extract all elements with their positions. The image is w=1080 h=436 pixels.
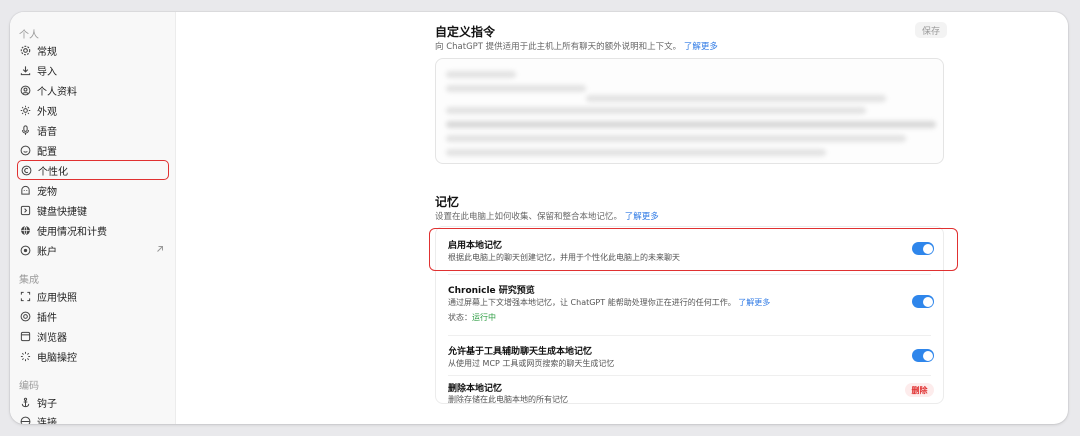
globe-icon [19, 224, 31, 236]
sidebar-item-browser[interactable]: 浏览器 [17, 327, 169, 345]
sidebar-item-label: 个性化 [38, 166, 68, 178]
sidebar-item-label: 插件 [37, 312, 57, 324]
resize-handle-icon[interactable] [934, 154, 941, 163]
sidebar-item-plugins[interactable]: 插件 [17, 307, 169, 325]
sidebar-item-label: 个人资料 [37, 86, 77, 98]
row-title: 删除本地记忆 [448, 384, 503, 394]
delete-memory-button[interactable]: 删除 [905, 383, 934, 397]
row-description: 删除存储在此电脑本地的所有记忆 [448, 395, 568, 404]
sidebar-item-profile[interactable]: 个人资料 [17, 81, 169, 99]
blurred-text [446, 135, 906, 142]
gear-icon [19, 44, 31, 56]
personalization-icon [20, 164, 32, 176]
sidebar-item-general[interactable]: 常规 [17, 41, 169, 59]
save-button[interactable]: 保存 [915, 22, 947, 38]
blurred-text [446, 71, 516, 78]
blurred-text [446, 107, 866, 114]
settings-window: 个人 常规 导入 个人资料 外观 语音 配置 个性化 宠物 键盘快捷键 使用情况… [10, 12, 1068, 424]
sidebar-item-voice[interactable]: 语音 [17, 121, 169, 139]
row-title: 允许基于工具辅助聊天生成本地记忆 [448, 347, 593, 357]
smile-icon [19, 144, 31, 156]
custom-instructions-learn-more-link[interactable]: 了解更多 [684, 42, 718, 52]
toggle-knob [922, 296, 933, 307]
sidebar-item-connections[interactable]: 连接 [17, 412, 169, 424]
sidebar-item-config[interactable]: 配置 [17, 141, 169, 159]
row-title: Chronicle 研究预览 [448, 286, 535, 296]
sidebar-item-label: 导入 [37, 66, 57, 78]
chronicle-status: 状态：运行中 [448, 313, 496, 322]
sun-icon [19, 104, 31, 116]
sidebar-group-integrations: 集成 [19, 275, 39, 286]
custom-instructions-description: 向 ChatGPT 提供适用于此主机上所有聊天的额外说明和上下文。 了解更多 [435, 42, 718, 52]
custom-instructions-title: 自定义指令 [435, 25, 496, 39]
sidebar-item-label: 浏览器 [37, 332, 67, 344]
sidebar-item-hooks[interactable]: 钩子 [17, 393, 169, 411]
main-content: 自定义指令 保存 向 ChatGPT 提供适用于此主机上所有聊天的额外说明和上下… [177, 12, 1068, 424]
download-icon [19, 64, 31, 76]
sidebar-item-label: 宠物 [37, 186, 57, 198]
sidebar-item-usage-billing[interactable]: 使用情况和计费 [17, 221, 169, 239]
row-description: 从使用过 MCP 工具或网页搜索的聊天生成记忆 [448, 359, 615, 368]
blurred-text [446, 85, 586, 92]
sidebar-item-personalization[interactable]: 个性化 [17, 160, 169, 180]
memory-row-chronicle: Chronicle 研究预览 通过屏幕上下文增强本地记忆，让 ChatGPT 能… [436, 275, 945, 335]
memory-learn-more-link[interactable]: 了解更多 [625, 212, 659, 222]
sidebar-item-import[interactable]: 导入 [17, 61, 169, 79]
sidebar-item-label: 常规 [37, 46, 57, 58]
sidebar-item-label: 应用快照 [37, 292, 77, 304]
chronicle-learn-more-link[interactable]: 了解更多 [738, 298, 770, 307]
computer-control-icon [19, 350, 31, 362]
keyboard-icon [19, 204, 31, 216]
sidebar-item-label: 外观 [37, 106, 57, 118]
sidebar-item-label: 连接 [37, 417, 57, 425]
sidebar-item-computer-control[interactable]: 电脑操控 [17, 347, 169, 365]
sidebar-item-label: 钩子 [37, 398, 57, 410]
sidebar-item-label: 语音 [37, 126, 57, 138]
memory-title: 记忆 [435, 195, 460, 209]
sidebar-item-keyboard-shortcuts[interactable]: 键盘快捷键 [17, 201, 169, 219]
connection-icon [19, 415, 31, 424]
browser-icon [19, 330, 31, 342]
blurred-text [446, 149, 826, 156]
sidebar-group-personal: 个人 [19, 30, 39, 41]
user-circle-icon [19, 84, 31, 96]
sidebar-item-label: 使用情况和计费 [37, 226, 107, 238]
row-description: 通过屏幕上下文增强本地记忆，让 ChatGPT 能帮助处理你正在进行的任何工作。… [448, 298, 771, 307]
hook-icon [19, 396, 31, 408]
sidebar-item-pet[interactable]: 宠物 [17, 181, 169, 199]
sidebar: 个人 常规 导入 个人资料 外观 语音 配置 个性化 宠物 键盘快捷键 使用情况… [10, 12, 176, 424]
status-running: 运行中 [472, 313, 496, 322]
sidebar-item-appearance[interactable]: 外观 [17, 101, 169, 119]
plugin-icon [19, 310, 31, 322]
external-link-icon [155, 244, 165, 254]
account-icon [19, 244, 31, 256]
blurred-text [446, 121, 936, 128]
tool-assisted-memory-toggle[interactable] [912, 349, 934, 362]
sidebar-group-coding: 编码 [19, 381, 39, 392]
sidebar-item-account[interactable]: 账户 [17, 241, 169, 259]
memory-row-delete: 删除本地记忆 删除存储在此电脑本地的所有记忆 删除 [436, 376, 945, 405]
sidebar-item-app-snapshot[interactable]: 应用快照 [17, 287, 169, 305]
sidebar-item-label: 配置 [37, 146, 57, 158]
toggle-knob [922, 350, 933, 361]
sidebar-item-label: 账户 [37, 246, 57, 258]
sidebar-item-label: 键盘快捷键 [37, 206, 87, 218]
custom-instructions-textarea[interactable] [435, 58, 944, 164]
snapshot-icon [19, 290, 31, 302]
sidebar-item-label: 电脑操控 [37, 352, 77, 364]
microphone-icon [19, 124, 31, 136]
highlight-annotation [429, 228, 958, 271]
blurred-text [586, 95, 886, 102]
memory-row-tool-assisted: 允许基于工具辅助聊天生成本地记忆 从使用过 MCP 工具或网页搜索的聊天生成记忆 [436, 336, 945, 376]
memory-description: 设置在此电脑上如何收集、保留和整合本地记忆。 了解更多 [435, 212, 659, 222]
chronicle-toggle[interactable] [912, 295, 934, 308]
pet-icon [19, 184, 31, 196]
